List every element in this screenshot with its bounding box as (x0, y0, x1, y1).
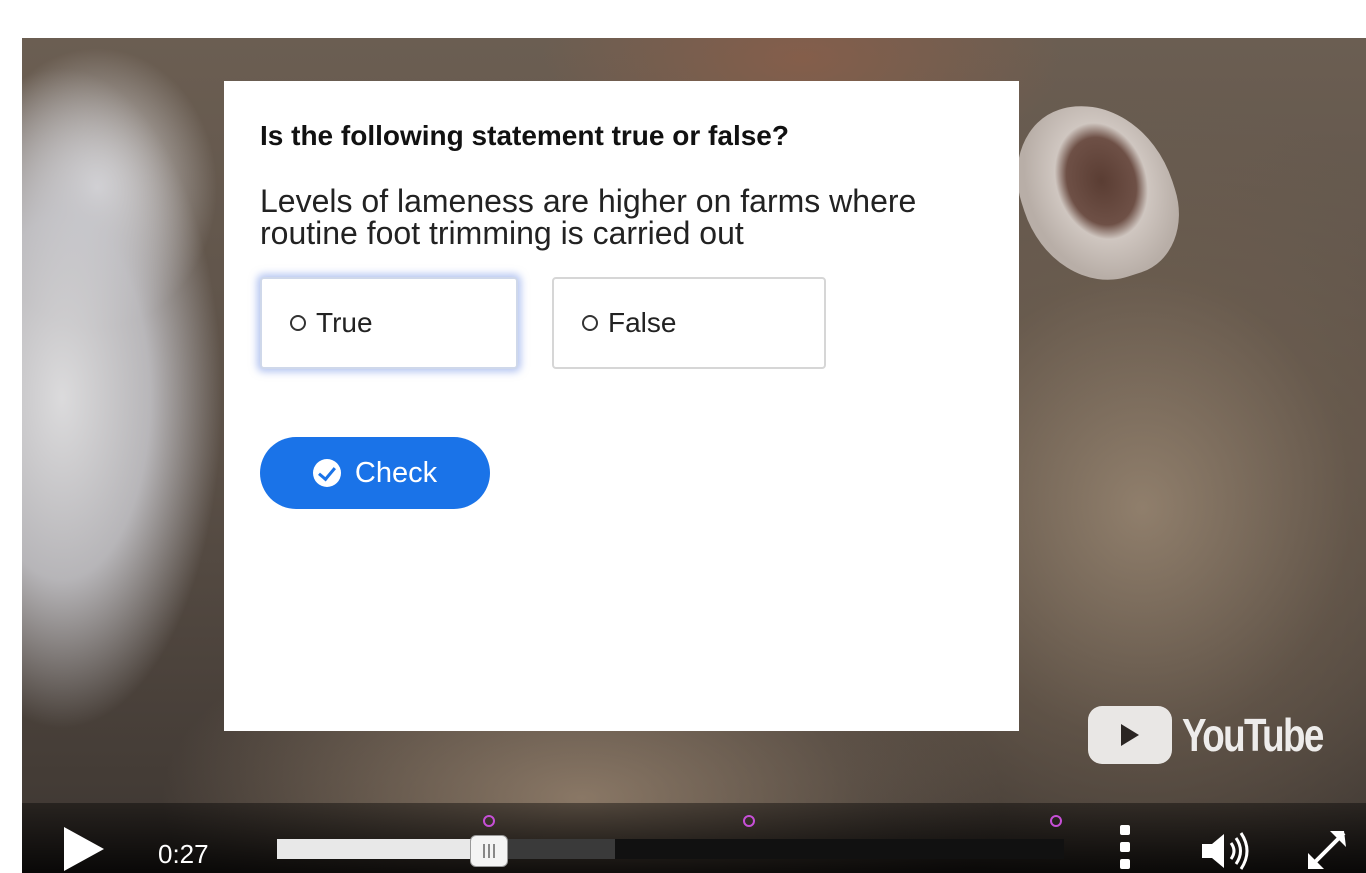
check-button[interactable]: Check (260, 437, 490, 509)
fullscreen-icon[interactable] (1304, 827, 1350, 873)
chapter-marker[interactable] (743, 815, 756, 827)
volume-icon[interactable] (1198, 829, 1258, 873)
player-controls: 0:27 (22, 803, 1366, 873)
progress-thumb[interactable] (470, 835, 509, 867)
answer-options: True False (260, 277, 983, 369)
option-label: True (316, 307, 373, 338)
progress-played (277, 839, 490, 859)
option-true[interactable]: True (260, 277, 518, 369)
question-title: Is the following statement true or false… (260, 120, 789, 151)
chapter-marker[interactable] (1050, 815, 1063, 827)
progress-track[interactable] (277, 839, 1064, 859)
youtube-logo[interactable]: YouTube (1088, 706, 1358, 764)
radio-icon (582, 315, 598, 331)
radio-icon (290, 315, 306, 331)
youtube-wordmark: YouTube (1182, 709, 1324, 761)
chapter-marker[interactable] (483, 815, 496, 827)
quiz-card: Is the following statement true or false… (224, 81, 1019, 731)
option-label: False (608, 307, 677, 338)
option-false[interactable]: False (552, 277, 826, 369)
check-circle-icon (312, 459, 341, 487)
time-readout: 0:27 (158, 839, 209, 869)
youtube-play-badge-icon (1088, 706, 1172, 764)
play-icon[interactable] (64, 827, 104, 871)
check-button-label: Check (354, 456, 438, 489)
video-player[interactable]: Is the following statement true or false… (22, 38, 1366, 873)
question-statement: Levels of lameness are higher on farms w… (260, 183, 917, 251)
more-vertical-icon[interactable] (1120, 825, 1130, 869)
